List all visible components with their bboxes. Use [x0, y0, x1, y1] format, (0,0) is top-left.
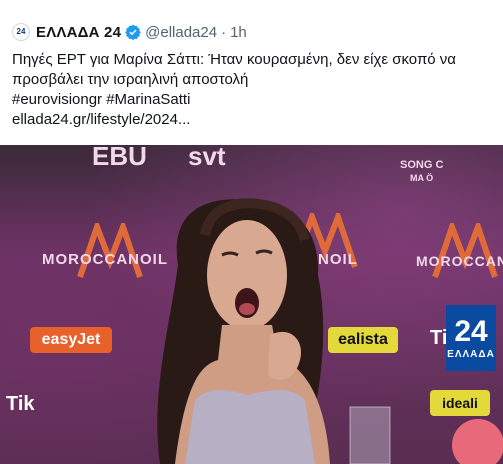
- tweet-card[interactable]: 24 ΕΛΛΑΔΑ 24 @ellada24 · 1h Πηγές ΕΡΤ γι…: [0, 0, 503, 464]
- tweet-header: 24 ΕΛΛΑΔΑ 24 @ellada24 · 1h: [12, 22, 247, 42]
- user-handle[interactable]: @ellada24: [145, 24, 217, 41]
- avatar[interactable]: 24: [12, 23, 30, 41]
- timestamp[interactable]: 1h: [230, 24, 247, 41]
- tweet-hashtags[interactable]: #eurovisiongr #MarinaSatti: [12, 90, 492, 110]
- avatar-logo: 24: [16, 27, 26, 36]
- tweet-link[interactable]: ellada24.gr/lifestyle/2024...: [12, 110, 492, 130]
- display-name[interactable]: ΕΛΛΑΔΑ 24: [36, 24, 121, 41]
- singer-figure: [157, 198, 503, 464]
- watermark-number: 24: [454, 314, 488, 348]
- tweet-media-video[interactable]: EBU svt SONG C MA Ö MOROCCANOIL NOIL MOR…: [0, 145, 503, 464]
- watermark-label: ΕΛΛΑΔΑ: [447, 348, 495, 360]
- verified-badge-icon: [125, 24, 141, 40]
- separator-dot: ·: [221, 23, 227, 41]
- ellada24-watermark: 24 ΕΛΛΑΔΑ: [446, 305, 496, 371]
- tweet-text: Πηγές ΕΡΤ για Μαρίνα Σάττι: Ήταν κουρασμ…: [12, 50, 492, 130]
- tweet-line-2: προσβάλει την ισραηλινή αποστολή: [12, 71, 249, 88]
- tweet-line-1: Πηγές ΕΡΤ για Μαρίνα Σάττι: Ήταν κουρασμ…: [12, 51, 456, 68]
